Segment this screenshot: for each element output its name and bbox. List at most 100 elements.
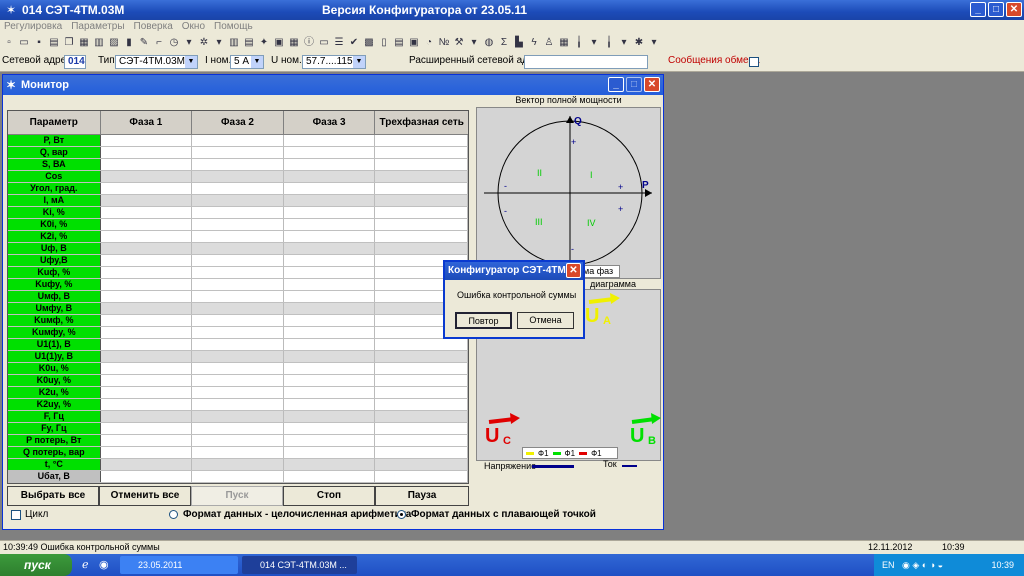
timer-icon[interactable]: ◔ <box>423 37 435 49</box>
format-float-radio[interactable] <box>397 510 406 519</box>
sun-icon[interactable]: ✲ <box>198 37 210 49</box>
dropdown6-icon[interactable]: ▾ <box>648 37 660 49</box>
clock-icon[interactable]: ◷ <box>168 37 180 49</box>
num-icon[interactable]: № <box>438 37 450 49</box>
param-cell[interactable]: K2i, % <box>8 231 101 242</box>
chart-icon[interactable]: ▤ <box>243 37 255 49</box>
param-cell[interactable]: I, мА <box>8 195 101 206</box>
media-icon[interactable]: ◉ <box>99 558 109 571</box>
exchange-messages-checkbox[interactable] <box>749 57 759 67</box>
settings-icon[interactable]: ✎ <box>138 37 150 49</box>
doc-icon[interactable]: ▤ <box>393 37 405 49</box>
monitor-icon[interactable]: ▩ <box>363 37 375 49</box>
dropdown2-icon[interactable]: ▾ <box>213 37 225 49</box>
ext-address-input[interactable] <box>524 55 648 69</box>
param-cell[interactable]: K0i, % <box>8 219 101 230</box>
open-folder-icon[interactable]: ▭ <box>18 37 30 49</box>
menu-regulation[interactable]: Регулировка <box>4 20 62 34</box>
phase-tab[interactable]: ма фаз <box>580 265 620 278</box>
param-cell[interactable]: K0uу, % <box>8 375 101 386</box>
cancel-button[interactable]: Отмена <box>517 312 574 329</box>
param-cell[interactable]: Kuфу, % <box>8 279 101 290</box>
param-cell[interactable]: Uбат, В <box>8 471 101 482</box>
param-cell[interactable]: K0u, % <box>8 363 101 374</box>
bolt-icon[interactable]: ϟ <box>528 37 540 49</box>
paste-icon[interactable]: ▦ <box>78 37 90 49</box>
menu-verification[interactable]: Поверка <box>134 20 173 34</box>
meter-icon[interactable]: ▮ <box>123 37 135 49</box>
dropdown4-icon[interactable]: ▾ <box>588 37 600 49</box>
device-icon[interactable]: ▣ <box>408 37 420 49</box>
dropdown-icon[interactable]: ▾ <box>183 37 195 49</box>
check-icon[interactable]: ✔ <box>348 37 360 49</box>
param-cell[interactable]: t, °C <box>8 459 101 470</box>
deselect-all-button[interactable]: Отменить все <box>99 486 191 506</box>
retry-button[interactable]: Повтор <box>455 312 512 329</box>
param-cell[interactable]: Kuмфу, % <box>8 327 101 338</box>
image-icon[interactable]: ▣ <box>273 37 285 49</box>
param-cell[interactable]: P, Вт <box>8 135 101 146</box>
taskbar-folder-item[interactable]: 23.05.2011 <box>120 556 238 574</box>
net-address-input[interactable]: 014 <box>64 55 86 69</box>
param-cell[interactable]: F, Гц <box>8 411 101 422</box>
graph-icon[interactable]: ⌐ <box>153 37 165 49</box>
unom-select[interactable]: 57.7....115 В ▼ <box>302 55 366 69</box>
param-cell[interactable]: K2uу, % <box>8 399 101 410</box>
menu-window[interactable]: Окно <box>182 20 205 34</box>
language-indicator[interactable]: EN <box>882 554 895 576</box>
param-cell[interactable]: Uмфу, В <box>8 303 101 314</box>
param-cell[interactable]: Угол, град. <box>8 183 101 194</box>
cycle-checkbox[interactable] <box>11 510 21 520</box>
star-icon[interactable]: ✦ <box>258 37 270 49</box>
col-header-three-phase[interactable]: Трехфазная сеть <box>375 111 468 134</box>
save-icon[interactable]: ▪ <box>33 37 45 49</box>
list-icon[interactable]: ☰ <box>333 37 345 49</box>
col-header-phase2[interactable]: Фаза 2 <box>192 111 284 134</box>
format-int-radio[interactable] <box>169 510 178 519</box>
col-header-phase1[interactable]: Фаза 1 <box>101 111 193 134</box>
dropdown5-icon[interactable]: ▾ <box>618 37 630 49</box>
copy-icon[interactable]: ❐ <box>63 37 75 49</box>
monitor-maximize-button[interactable]: □ <box>626 77 642 92</box>
inom-select[interactable]: 5 А ▼ <box>230 55 264 69</box>
monitor-close-button[interactable]: ✕ <box>644 77 660 92</box>
col-header-parameter[interactable]: Параметр <box>8 111 101 134</box>
stop-button[interactable]: Стоп <box>283 486 375 506</box>
taskbar-app-item[interactable]: 014 СЭТ-4ТМ.03М ... <box>242 556 357 574</box>
col-header-phase3[interactable]: Фаза 3 <box>284 111 376 134</box>
param-cell[interactable]: K2u, % <box>8 387 101 398</box>
pin-icon[interactable]: ╽ <box>573 37 585 49</box>
minimize-button[interactable]: _ <box>970 2 986 17</box>
start-button-taskbar[interactable]: пуск <box>0 554 72 576</box>
param-cell[interactable]: Kuф, % <box>8 267 101 278</box>
param-cell[interactable]: Cos <box>8 171 101 182</box>
menu-parameters[interactable]: Параметры <box>71 20 124 34</box>
param-cell[interactable]: P потерь, Вт <box>8 435 101 446</box>
param-cell[interactable]: S, ВА <box>8 159 101 170</box>
param-cell[interactable]: Q, вар <box>8 147 101 158</box>
param-cell[interactable]: Uмф, В <box>8 291 101 302</box>
select-all-button[interactable]: Выбрать все <box>7 486 99 506</box>
light-icon[interactable]: ✱ <box>633 37 645 49</box>
new-file-icon[interactable]: ▫ <box>3 37 15 49</box>
monitor-minimize-button[interactable]: _ <box>608 77 624 92</box>
param-cell[interactable]: U1(1), В <box>8 339 101 350</box>
param-cell[interactable]: Uф, В <box>8 243 101 254</box>
config-icon[interactable]: ▥ <box>93 37 105 49</box>
param-cell[interactable]: Fу, Гц <box>8 423 101 434</box>
wrench-icon[interactable]: ⚒ <box>453 37 465 49</box>
param-cell[interactable]: Q потерь, вар <box>8 447 101 458</box>
battery-icon[interactable]: ▯ <box>378 37 390 49</box>
param-cell[interactable]: Ki, % <box>8 207 101 218</box>
ie-icon[interactable]: ℯ <box>82 558 89 571</box>
dialog-close-icon[interactable]: ✕ <box>566 263 581 278</box>
pause-button[interactable]: Пауза <box>375 486 469 506</box>
person-icon[interactable]: ♙ <box>543 37 555 49</box>
menu-help[interactable]: Помощь <box>214 20 253 34</box>
card-icon[interactable]: ▭ <box>318 37 330 49</box>
fill-icon[interactable]: ▙ <box>513 37 525 49</box>
param-cell[interactable]: Kuмф, % <box>8 315 101 326</box>
type-select[interactable]: СЭТ-4ТМ.03М ▼ <box>115 55 198 69</box>
sum-icon[interactable]: Σ <box>498 37 510 49</box>
plug-icon[interactable]: ╽ <box>603 37 615 49</box>
